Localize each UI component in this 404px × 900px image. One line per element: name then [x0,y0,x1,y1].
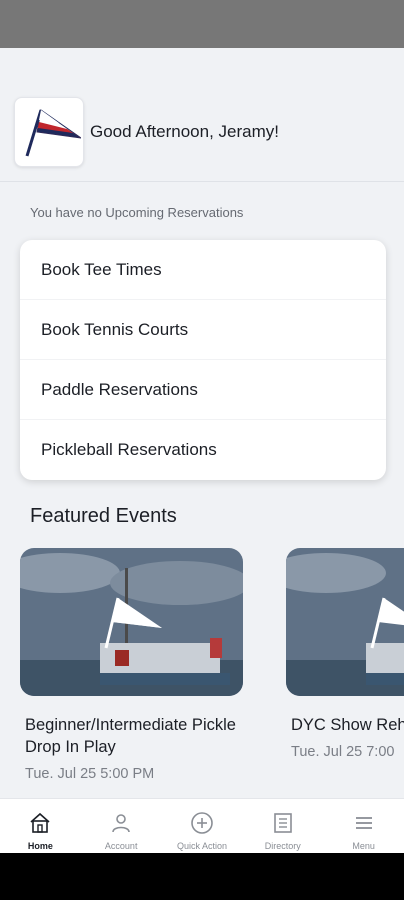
nav-directory[interactable]: Directory [242,799,323,853]
home-icon [30,812,50,833]
plus-circle-icon [191,812,213,834]
book-tee-times-button[interactable]: Book Tee Times [20,240,386,300]
book-tennis-courts-button[interactable]: Book Tennis Courts [20,300,386,360]
nav-home[interactable]: Home [0,799,81,853]
status-bar [0,0,404,48]
nav-quick-action[interactable]: Quick Action [162,799,243,853]
greeting-text: Good Afternoon, Jeramy! [90,122,279,141]
nav-label: Home [27,841,53,851]
pickleball-reservations-button[interactable]: Pickleball Reservations [20,420,386,480]
no-reservations-text: You have no Upcoming Reservations [30,205,244,220]
nav-menu[interactable]: Menu [323,799,404,853]
nav-label: Account [104,841,138,851]
nav-account[interactable]: Account [81,799,162,853]
bottom-navigation: Home Account Quick Action Directory Menu [0,798,404,853]
paddle-reservations-button[interactable]: Paddle Reservations [20,360,386,420]
nav-label: Directory [264,841,301,851]
menu-icon [355,817,372,829]
event-image [286,548,404,696]
directory-icon [273,813,292,833]
event-card[interactable]: Beginner/Intermediate Pickle Drop In Pla… [20,548,260,782]
nav-label: Menu [352,841,375,851]
event-date: Tue. Jul 25 7:00 [291,744,395,760]
featured-events-title: Featured Events [30,505,177,527]
booking-options-card: Book Tee Times Book Tennis Courts Paddle… [20,240,386,480]
system-navigation-bar [0,853,404,900]
club-logo[interactable] [14,97,84,167]
header: Good Afternoon, Jeramy! [0,48,404,182]
event-image [20,548,243,696]
event-date: Tue. Jul 25 5:00 PM [25,766,155,782]
account-icon [112,814,130,833]
event-card[interactable]: DYC Show Reh Tue. Jul 25 7:00 [286,548,404,760]
featured-events-carousel[interactable]: Beginner/Intermediate Pickle Drop In Pla… [0,548,404,798]
event-title: DYC Show Reh [291,716,404,734]
event-title: Beginner/Intermediate Pickle Drop In Pla… [25,716,236,756]
nav-label: Quick Action [176,841,227,851]
burgee-icon [25,109,81,157]
